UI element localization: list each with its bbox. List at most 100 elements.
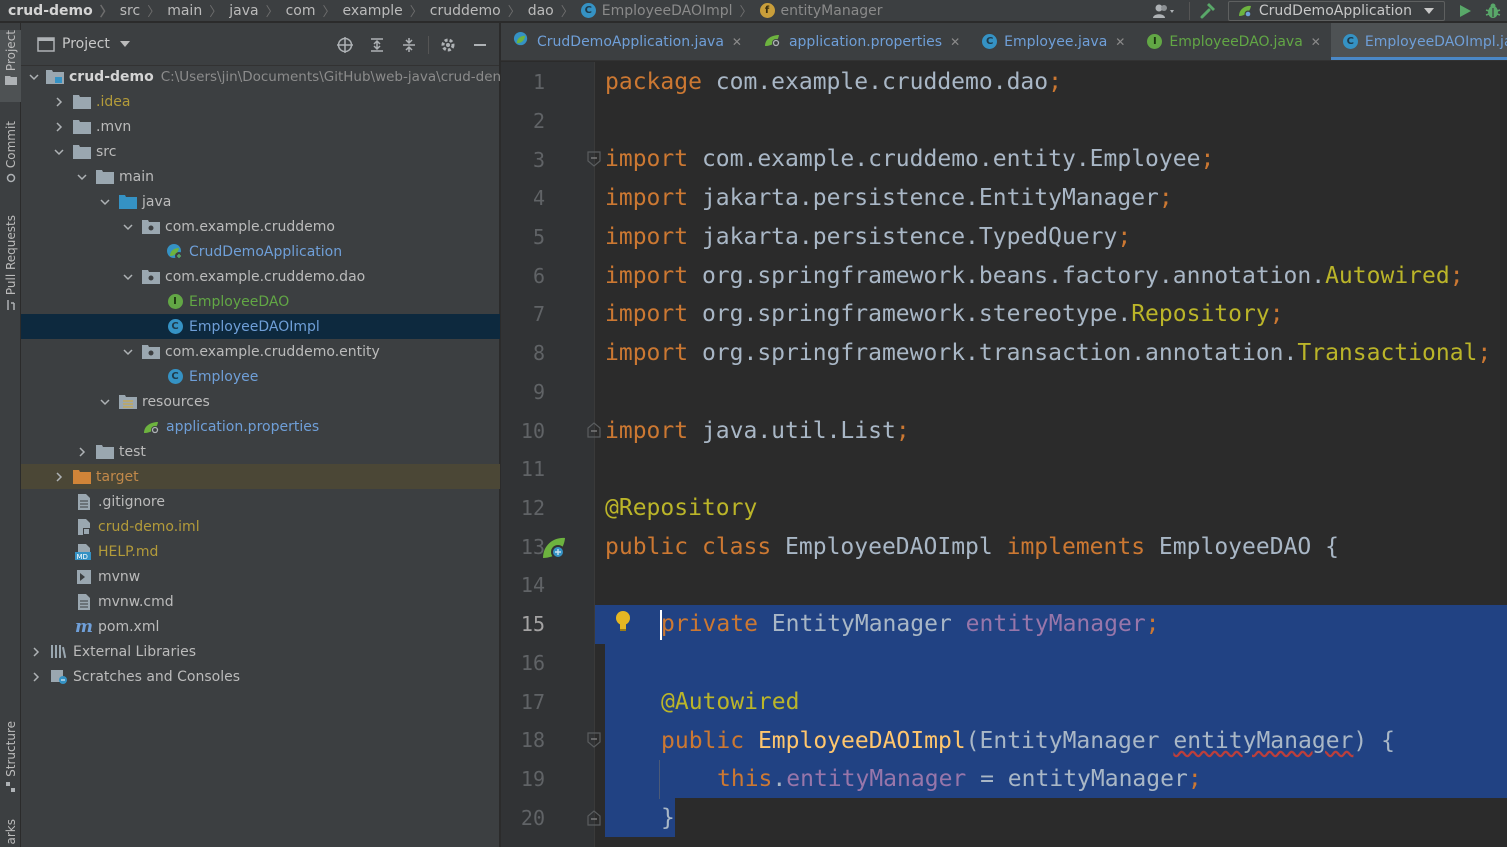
chevron-down-icon[interactable] — [119, 41, 130, 47]
tree-item-help-md[interactable]: MD HELP.md — [21, 539, 500, 564]
lightbulb-icon[interactable] — [613, 609, 633, 633]
gear-icon[interactable] — [435, 32, 461, 58]
chevron-down-icon[interactable] — [121, 270, 135, 284]
tree-item-label: pom.xml — [98, 618, 160, 635]
tree-item-main[interactable]: main — [21, 164, 500, 189]
fold-marker-icon[interactable] — [587, 810, 601, 826]
tree-item-root[interactable]: crud-demo C:\Users\jin\Documents\GitHub\… — [21, 64, 501, 89]
tree-item-src[interactable]: src — [21, 139, 500, 164]
chevron-down-icon[interactable] — [75, 170, 89, 184]
commit-tool-button[interactable]: Commit — [0, 121, 21, 191]
breadcrumb-src[interactable]: src 〉 — [120, 1, 167, 21]
tree-item-pom-xml[interactable]: m pom.xml — [21, 614, 500, 639]
minimize-icon[interactable] — [467, 32, 493, 58]
chevron-right-icon[interactable] — [52, 120, 66, 134]
breadcrumb-label: cruddemo — [429, 2, 501, 19]
fold-marker-icon[interactable] — [587, 422, 601, 438]
tab-application-properties[interactable]: application.properties ✕ — [752, 23, 970, 60]
breadcrumb-field[interactable]: f entityManager — [759, 2, 883, 19]
tab-employee-dao-impl[interactable]: C EmployeeDAOImpl.java — [1330, 23, 1507, 60]
tree-item-mvnw-cmd[interactable]: mvnw.cmd — [21, 589, 500, 614]
project-tool-button[interactable]: Project — [0, 30, 21, 102]
tree-item-scratches[interactable]: Scratches and Consoles — [21, 664, 500, 689]
chevron-right-icon[interactable] — [52, 470, 66, 484]
code-editor[interactable]: 1 2 3 4 5 6 7 8 9 10 11 12 13 14 15 16 1… — [501, 62, 1507, 847]
chevron-right-icon[interactable] — [29, 670, 43, 684]
run-icon[interactable] — [1451, 0, 1479, 22]
breadcrumb-label: entityManager — [780, 2, 883, 19]
account-icon[interactable] — [1145, 0, 1185, 22]
locate-icon[interactable] — [332, 32, 358, 58]
markdown-icon: MD — [75, 543, 93, 560]
close-icon[interactable]: ✕ — [1115, 35, 1125, 49]
spring-bean-icon[interactable] — [541, 534, 569, 562]
expand-all-icon[interactable] — [364, 32, 390, 58]
tree-item-mvn[interactable]: .mvn — [21, 114, 500, 139]
breadcrumb-com[interactable]: com 〉 — [286, 1, 343, 21]
tree-item-crud-demo-application[interactable]: CrudDemoApplication — [21, 239, 500, 264]
close-icon[interactable]: ✕ — [732, 35, 742, 49]
breadcrumb-example[interactable]: example 〉 — [343, 1, 430, 21]
tree-item-package-dao[interactable]: com.example.cruddemo.dao — [21, 264, 500, 289]
structure-tool-button[interactable]: Structure — [0, 721, 21, 799]
tree-item-target[interactable]: target — [21, 464, 500, 489]
chevron-right-icon[interactable] — [75, 445, 89, 459]
tree-item-gitignore[interactable]: .gitignore — [21, 489, 500, 514]
line-number: 1 — [532, 70, 545, 94]
chevron-down-icon[interactable] — [121, 220, 135, 234]
fold-marker-icon[interactable] — [587, 732, 601, 748]
line-number: 14 — [520, 573, 545, 597]
tree-item-package-cruddemo[interactable]: com.example.cruddemo — [21, 214, 500, 239]
chevron-down-icon[interactable] — [98, 195, 112, 209]
chevron-right-icon[interactable] — [52, 95, 66, 109]
class-icon: C — [166, 369, 184, 385]
project-view-select[interactable]: Project — [62, 36, 110, 52]
bookmarks-tool-button[interactable]: arks — [0, 819, 21, 847]
tree-item-label: mvnw.cmd — [98, 593, 174, 610]
breadcrumb-project[interactable]: crud-demo 〉 — [8, 1, 120, 21]
project-tree: crud-demo C:\Users\jin\Documents\GitHub\… — [21, 64, 501, 689]
tree-item-label: main — [119, 168, 154, 185]
chevron-down-icon[interactable] — [52, 145, 66, 159]
tree-item-package-entity[interactable]: com.example.cruddemo.entity — [21, 339, 500, 364]
tree-item-employee-dao[interactable]: I EmployeeDAO — [21, 289, 500, 314]
chevron-right-icon[interactable] — [29, 645, 43, 659]
tree-item-iml[interactable]: crud-demo.iml — [21, 514, 500, 539]
line-number: 5 — [532, 225, 545, 249]
chevron-down-icon[interactable] — [121, 345, 135, 359]
close-icon[interactable]: ✕ — [950, 35, 960, 49]
class-icon: C — [166, 319, 184, 335]
fold-marker-icon[interactable] — [587, 151, 601, 167]
scratches-icon — [50, 669, 68, 685]
tree-item-external-libraries[interactable]: External Libraries — [21, 639, 500, 664]
tree-item-application-properties[interactable]: application.properties — [21, 414, 500, 439]
tree-item-employee[interactable]: C Employee — [21, 364, 500, 389]
breadcrumb-cruddemo[interactable]: cruddemo 〉 — [429, 1, 528, 21]
tree-item-test[interactable]: test — [21, 439, 500, 464]
tab-employee[interactable]: C Employee.java ✕ — [970, 23, 1135, 60]
tree-item-java[interactable]: java — [21, 189, 500, 214]
breadcrumb-dao[interactable]: dao 〉 — [528, 1, 581, 21]
collapse-all-icon[interactable] — [396, 32, 422, 58]
chevron-down-icon[interactable] — [98, 395, 112, 409]
chevron-down-icon — [1424, 8, 1434, 14]
tab-crud-demo-application[interactable]: CrudDemoApplication.java ✕ — [501, 23, 752, 60]
line-number: 10 — [520, 419, 545, 443]
tree-item-resources[interactable]: resources — [21, 389, 500, 414]
close-icon[interactable]: ✕ — [1311, 35, 1321, 49]
breadcrumb-main[interactable]: main 〉 — [167, 1, 229, 21]
debug-icon[interactable] — [1479, 0, 1507, 22]
breadcrumb-class[interactable]: C EmployeeDAOImpl 〉 — [580, 1, 760, 20]
run-configuration-select[interactable]: CrudDemoApplication — [1227, 1, 1445, 21]
breadcrumb-java[interactable]: java 〉 — [229, 1, 285, 21]
tab-employee-dao[interactable]: I EmployeeDAO.java ✕ — [1135, 23, 1331, 60]
build-hammer-icon[interactable] — [1194, 0, 1222, 22]
tree-item-label: com.example.cruddemo — [165, 218, 335, 235]
tree-item-label: application.properties — [166, 418, 320, 435]
tree-item-mvnw[interactable]: mvnw — [21, 564, 500, 589]
tree-item-idea[interactable]: .idea — [21, 89, 500, 114]
tree-item-employee-dao-impl[interactable]: C EmployeeDAOImpl — [21, 314, 500, 339]
module-folder-icon — [46, 69, 64, 85]
chevron-down-icon[interactable] — [29, 70, 39, 84]
pull-requests-tool-button[interactable]: Pull Requests — [0, 215, 21, 315]
